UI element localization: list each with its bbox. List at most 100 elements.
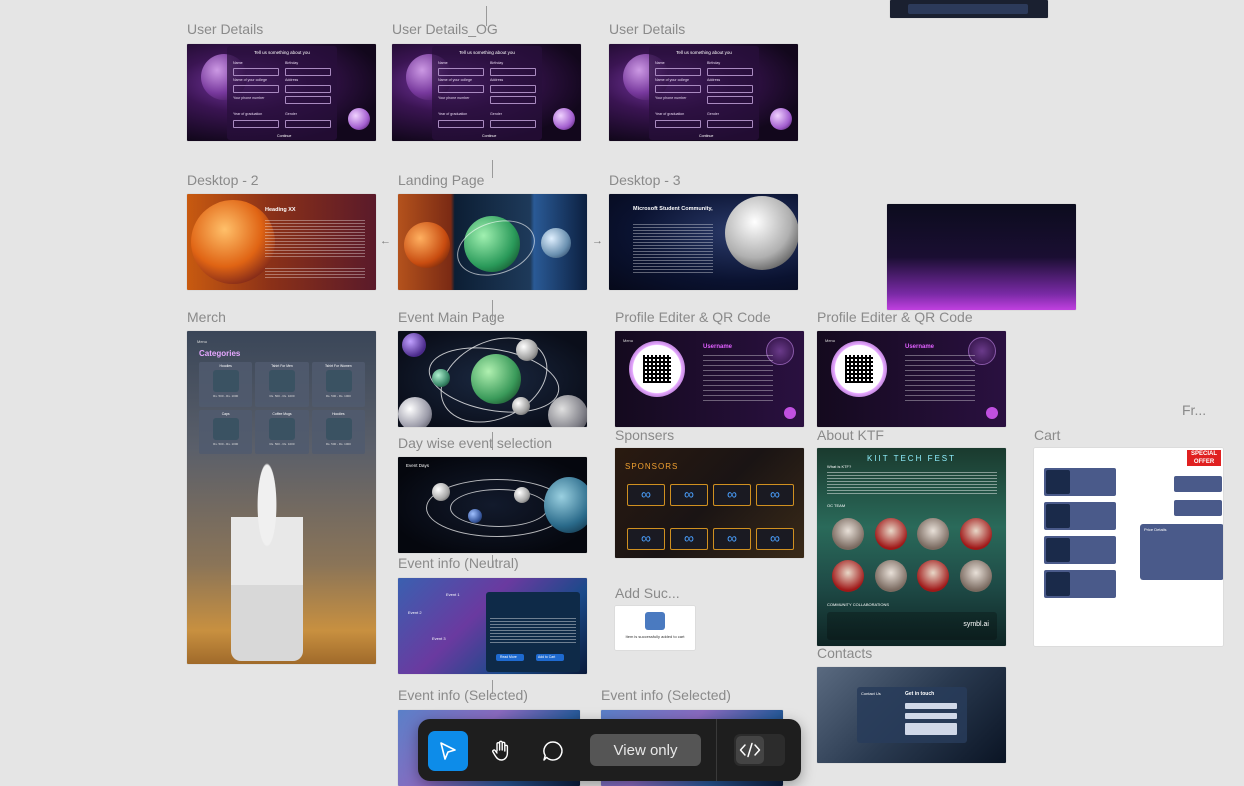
edit-icon[interactable] [784, 407, 796, 419]
contact-input[interactable] [905, 703, 957, 709]
contact-input[interactable] [905, 723, 957, 735]
birthday-input[interactable] [490, 68, 536, 76]
coupon-card[interactable] [1174, 500, 1222, 516]
comment-tool-button[interactable] [533, 731, 573, 771]
name-input[interactable] [438, 68, 484, 76]
frame-label-user-details[interactable]: User Details [187, 21, 263, 37]
sponsor-tile[interactable] [670, 484, 708, 506]
cart-item[interactable] [1044, 502, 1116, 530]
address-input[interactable] [490, 85, 536, 93]
frame-user-details-og[interactable]: Tell us something about you Name Birthda… [392, 44, 581, 141]
phone-input[interactable] [707, 96, 753, 104]
frame-label-sponsors[interactable]: Sponsers [615, 427, 674, 443]
merch-card[interactable]: Coffee Mugs Rs. 500 - Rs. 1000 [255, 409, 309, 454]
back-link[interactable]: Menu [825, 338, 835, 343]
phone-input[interactable] [285, 96, 331, 104]
frame-label-event-info-selected[interactable]: Event info (Selected) [398, 687, 528, 703]
college-input[interactable] [233, 85, 279, 93]
view-only-button[interactable]: View only [590, 734, 701, 766]
back-link[interactable]: Menu [623, 338, 633, 343]
back-link[interactable]: Menu [197, 339, 207, 344]
sponsor-tile[interactable] [756, 528, 794, 550]
frame-merch[interactable]: Menu Categories Hoodies Rs. 500 - Rs. 100… [187, 331, 376, 664]
frame-label-fr[interactable]: Fr... [1182, 402, 1206, 418]
birthday-input[interactable] [285, 68, 331, 76]
sponsor-tile[interactable] [670, 528, 708, 550]
event-label[interactable]: Event 2 [408, 610, 422, 615]
frame-label-user-details[interactable]: User Details [609, 21, 685, 37]
gender-input[interactable] [490, 120, 536, 128]
cart-item[interactable] [1044, 536, 1116, 564]
grad-input[interactable] [655, 120, 701, 128]
gender-input[interactable] [707, 120, 753, 128]
gender-input[interactable] [285, 120, 331, 128]
frame-desktop-3[interactable]: Microsoft Student Community, [609, 194, 798, 290]
name-input[interactable] [233, 68, 279, 76]
frame-label-desktop-2[interactable]: Desktop - 2 [187, 172, 259, 188]
frame-top-stub[interactable] [890, 0, 1048, 18]
merch-card[interactable]: Tshirt For Women Rs. 500 - Rs. 1000 [311, 362, 365, 407]
frame-label-add-success[interactable]: Add Suc... [615, 585, 680, 601]
hand-tool-button[interactable] [481, 731, 521, 771]
address-input[interactable] [707, 85, 753, 93]
sponsor-tile[interactable] [627, 528, 665, 550]
frame-label-profile-editor[interactable]: Profile Editer & QR Code [615, 309, 771, 325]
merch-card[interactable]: Tshirt For Men Rs. 500 - Rs. 1000 [255, 362, 309, 407]
merch-card[interactable]: Hoodies Rs. 500 - Rs. 1000 [311, 409, 365, 454]
grad-input[interactable] [438, 120, 484, 128]
frame-landing-page[interactable] [398, 194, 587, 290]
event-label[interactable]: Event 1 [446, 592, 460, 597]
frame-unnamed-gradient[interactable] [887, 204, 1076, 310]
continue-button[interactable]: Continue [277, 134, 291, 138]
frame-label-cart[interactable]: Cart [1034, 427, 1060, 443]
frame-profile-editor[interactable]: Menu Username [817, 331, 1006, 427]
contact-input[interactable] [905, 713, 957, 719]
sponsor-tile[interactable] [713, 528, 751, 550]
college-input[interactable] [438, 85, 484, 93]
move-tool-button[interactable] [428, 731, 468, 771]
frame-cart[interactable]: SPECIAL OFFER Price Details [1034, 448, 1223, 646]
merch-card[interactable]: Hoodies Rs. 500 - Rs. 1000 [199, 362, 253, 407]
frame-about-ktf[interactable]: KIIT TECH FEST What is KTF? OC TEAM COMM… [817, 448, 1006, 646]
sponsor-tile[interactable] [627, 484, 665, 506]
frame-event-main-page[interactable] [398, 331, 587, 427]
continue-button[interactable]: Continue [699, 134, 713, 138]
frame-user-details[interactable]: Tell us something about you Name Birthda… [187, 44, 376, 141]
frame-event-info-neutral[interactable]: Event 1 Event 2 Event 3 Read More Add to… [398, 578, 587, 674]
merch-card[interactable]: Caps Rs. 500 - Rs. 1000 [199, 409, 253, 454]
frame-label-profile-editor[interactable]: Profile Editer & QR Code [817, 309, 973, 325]
sponsor-tile[interactable] [756, 484, 794, 506]
dev-mode-toggle[interactable] [734, 734, 785, 766]
birthday-input[interactable] [707, 68, 753, 76]
frame-profile-editor[interactable]: Menu Username [615, 331, 804, 427]
continue-button[interactable]: Continue [482, 134, 496, 138]
frame-contacts[interactable]: Contact Us Get in touch [817, 667, 1006, 763]
name-input[interactable] [655, 68, 701, 76]
frame-label-event-info-neutral[interactable]: Event info (Neutral) [398, 555, 519, 571]
event-label[interactable]: Event 3 [432, 636, 446, 641]
frame-label-day-wise[interactable]: Day wise event selection [398, 435, 552, 451]
frame-label-user-details-og[interactable]: User Details_OG [392, 21, 498, 37]
frame-label-merch[interactable]: Merch [187, 309, 226, 325]
sponsor-tile[interactable] [713, 484, 751, 506]
comment-icon [543, 741, 563, 761]
frame-user-details[interactable]: Tell us something about you Name Birthda… [609, 44, 798, 141]
edit-icon[interactable] [986, 407, 998, 419]
coupon-card[interactable] [1174, 476, 1222, 492]
frame-label-event-main-page[interactable]: Event Main Page [398, 309, 505, 325]
cart-item[interactable] [1044, 468, 1116, 496]
frame-label-contacts[interactable]: Contacts [817, 645, 872, 661]
frame-sponsors[interactable]: SPONSORS [615, 448, 804, 558]
frame-label-landing-page[interactable]: Landing Page [398, 172, 484, 188]
cart-item[interactable] [1044, 570, 1116, 598]
frame-label-about[interactable]: About KTF [817, 427, 884, 443]
phone-input[interactable] [490, 96, 536, 104]
frame-desktop-2[interactable]: Heading XX [187, 194, 376, 290]
frame-day-wise-selection[interactable]: Event Days [398, 457, 587, 553]
frame-label-event-info-selected[interactable]: Event info (Selected) [601, 687, 731, 703]
grad-input[interactable] [233, 120, 279, 128]
college-input[interactable] [655, 85, 701, 93]
address-input[interactable] [285, 85, 331, 93]
frame-label-desktop-3[interactable]: Desktop - 3 [609, 172, 681, 188]
frame-add-success[interactable]: Item is successfully added to cart [615, 606, 695, 650]
